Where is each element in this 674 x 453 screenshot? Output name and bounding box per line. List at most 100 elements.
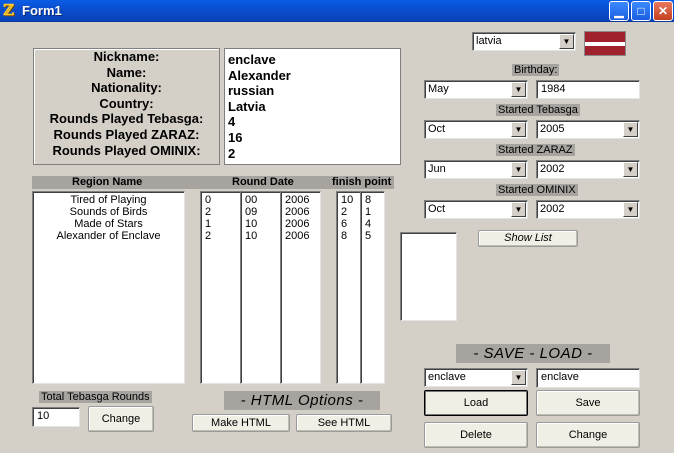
delete-button[interactable]: Delete <box>424 422 528 448</box>
rounds-zaraz-value: 16 <box>228 129 243 145</box>
make-html-button[interactable]: Make HTML <box>192 414 290 432</box>
chevron-down-icon[interactable]: ▼ <box>511 82 526 97</box>
chevron-down-icon[interactable]: ▼ <box>511 370 526 385</box>
chevron-down-icon[interactable]: ▼ <box>559 34 574 49</box>
round-year-list[interactable]: 2006 2006 2006 2006 <box>280 191 321 384</box>
finish-point-list-2[interactable]: 8 1 4 5 <box>360 191 385 384</box>
list-item[interactable]: 00 <box>245 194 276 206</box>
started-tebasga-label: Started Tebasga <box>496 104 580 116</box>
list-item[interactable]: 10 <box>245 230 276 242</box>
list-item[interactable]: Tired of Playing <box>37 194 180 206</box>
chevron-down-icon[interactable]: ▼ <box>623 162 638 177</box>
chevron-down-icon[interactable]: ▼ <box>623 122 638 137</box>
rounds-ominix-value: 2 <box>228 145 236 161</box>
list-item[interactable]: 0 <box>205 194 236 206</box>
country-label: Country: <box>99 95 154 111</box>
tebasga-year-value: 2005 <box>540 123 565 135</box>
region-name-header: Region Name <box>72 176 143 188</box>
save-button[interactable]: Save <box>536 390 640 416</box>
delphi-app-icon: ℤ <box>3 1 14 19</box>
nationality-value: russian <box>228 83 275 99</box>
list-item[interactable]: 8 <box>341 230 356 242</box>
minimize-button[interactable]: ▁ <box>609 1 629 21</box>
name-value: Alexander <box>228 67 291 83</box>
chevron-down-icon[interactable]: ▼ <box>511 202 526 217</box>
list-item[interactable]: 4 <box>365 218 380 230</box>
round-day-list[interactable]: 0 2 1 2 <box>200 191 241 384</box>
profile-select[interactable]: enclave ▼ <box>424 368 528 387</box>
zaraz-year-select[interactable]: 2002 ▼ <box>536 160 640 179</box>
rounds-tebasga-label: Rounds Played Tebasga: <box>49 111 204 127</box>
chevron-down-icon[interactable]: ▼ <box>511 162 526 177</box>
list-item[interactable]: 2 <box>341 206 356 218</box>
load-button[interactable]: Load <box>424 390 528 416</box>
zaraz-month-select[interactable]: Jun ▼ <box>424 160 528 179</box>
profile-name-input[interactable]: enclave <box>536 368 640 388</box>
rounds-zaraz-label: Rounds Played ZARAZ: <box>53 126 200 142</box>
birthday-year-input[interactable]: 1984 <box>536 80 640 99</box>
list-item[interactable]: Alexander of Enclave <box>37 230 180 242</box>
show-list-button[interactable]: Show List <box>478 230 578 247</box>
list-item[interactable]: 2 <box>205 230 236 242</box>
flag-band-top <box>585 32 625 42</box>
ominix-month-value: Oct <box>428 203 446 215</box>
save-load-title: - SAVE - LOAD - <box>456 344 610 363</box>
list-item[interactable]: 2006 <box>285 230 316 242</box>
birthday-month-value: May <box>428 83 449 95</box>
list-item[interactable]: Made of Stars <box>37 218 180 230</box>
title-bar[interactable]: ℤ Form1 ▁ □ ✕ <box>0 0 674 22</box>
zaraz-month-value: Jun <box>428 163 446 175</box>
country-select[interactable]: latvia ▼ <box>472 32 576 51</box>
list-item[interactable]: Sounds of Birds <box>37 206 180 218</box>
ominix-month-select[interactable]: Oct ▼ <box>424 200 528 219</box>
list-item[interactable]: 1 <box>365 206 380 218</box>
list-item[interactable]: 2 <box>205 206 236 218</box>
round-date-header: Round Date <box>232 176 294 188</box>
nationality-label: Nationality: <box>91 80 162 96</box>
zaraz-year-value: 2002 <box>540 163 565 175</box>
change-profile-button[interactable]: Change <box>536 422 640 448</box>
country-flag <box>584 31 626 56</box>
see-html-button[interactable]: See HTML <box>296 414 392 432</box>
maximize-button[interactable]: □ <box>631 1 651 21</box>
window-title: Form1 <box>22 3 62 18</box>
list-item[interactable]: 8 <box>365 194 380 206</box>
maximize-icon: □ <box>637 4 645 18</box>
started-ominix-label: Started OMINIX <box>496 184 578 196</box>
table-header-bar: Region Name Round Date finish point <box>32 176 394 189</box>
list-item[interactable]: 2006 <box>285 194 316 206</box>
list-item[interactable]: 10 <box>245 218 276 230</box>
finish-point-list-1[interactable]: 10 2 6 8 <box>336 191 361 384</box>
country-value: Latvia <box>228 98 266 114</box>
list-item[interactable]: 6 <box>341 218 356 230</box>
birthday-month-select[interactable]: May ▼ <box>424 80 528 99</box>
show-list-box[interactable] <box>400 232 457 321</box>
list-item[interactable]: 5 <box>365 230 380 242</box>
chevron-down-icon[interactable]: ▼ <box>623 202 638 217</box>
chevron-down-icon[interactable]: ▼ <box>511 122 526 137</box>
list-item[interactable]: 2006 <box>285 206 316 218</box>
tebasga-month-select[interactable]: Oct ▼ <box>424 120 528 139</box>
list-item[interactable]: 10 <box>341 194 356 206</box>
nickname-value: enclave <box>228 52 276 67</box>
ominix-year-select[interactable]: 2002 ▼ <box>536 200 640 219</box>
ominix-year-value: 2002 <box>540 203 565 215</box>
tebasga-month-value: Oct <box>428 123 446 135</box>
profile-values-panel[interactable]: enclave Alexander russian Latvia 4 16 2 <box>224 48 401 165</box>
region-name-list[interactable]: Tired of Playing Sounds of Birds Made of… <box>32 191 185 384</box>
name-label: Name: <box>106 64 147 80</box>
html-options-title: - HTML Options - <box>224 391 380 410</box>
profile-labels-panel: Nickname: Name: Nationality: Country: Ro… <box>33 48 220 165</box>
total-rounds-label: Total Tebasga Rounds <box>39 391 152 403</box>
total-rounds-input[interactable]: 10 <box>32 407 80 427</box>
birthday-label: Birthday: <box>512 64 560 76</box>
list-item[interactable]: 1 <box>205 218 236 230</box>
round-month-list[interactable]: 00 09 10 10 <box>240 191 281 384</box>
change-total-button[interactable]: Change <box>88 406 154 432</box>
flag-band-bottom <box>585 46 625 55</box>
list-item[interactable]: 09 <box>245 206 276 218</box>
list-item[interactable]: 2006 <box>285 218 316 230</box>
close-button[interactable]: ✕ <box>653 1 673 21</box>
tebasga-year-select[interactable]: 2005 ▼ <box>536 120 640 139</box>
minimize-icon: ▁ <box>614 4 624 18</box>
